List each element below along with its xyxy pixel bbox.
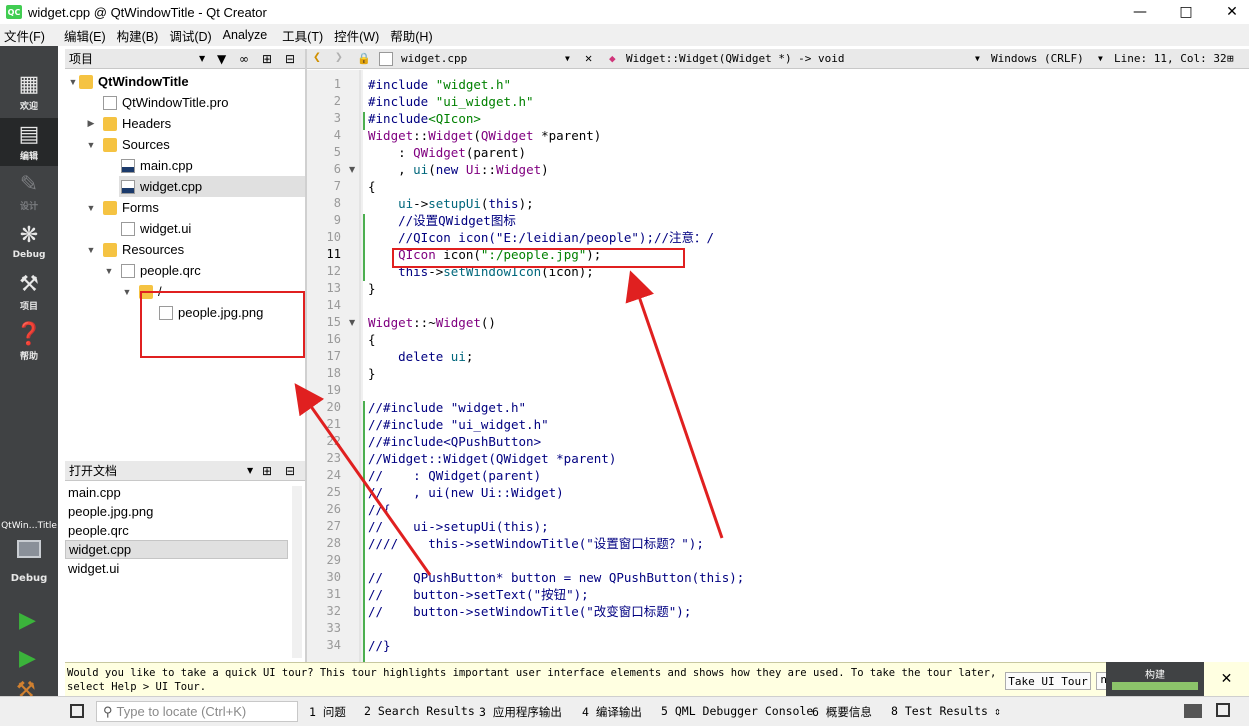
annotation-arrow-left bbox=[294, 383, 432, 576]
annotation-arrows bbox=[294, 270, 724, 576]
annotation-arrow-right bbox=[625, 270, 724, 539]
